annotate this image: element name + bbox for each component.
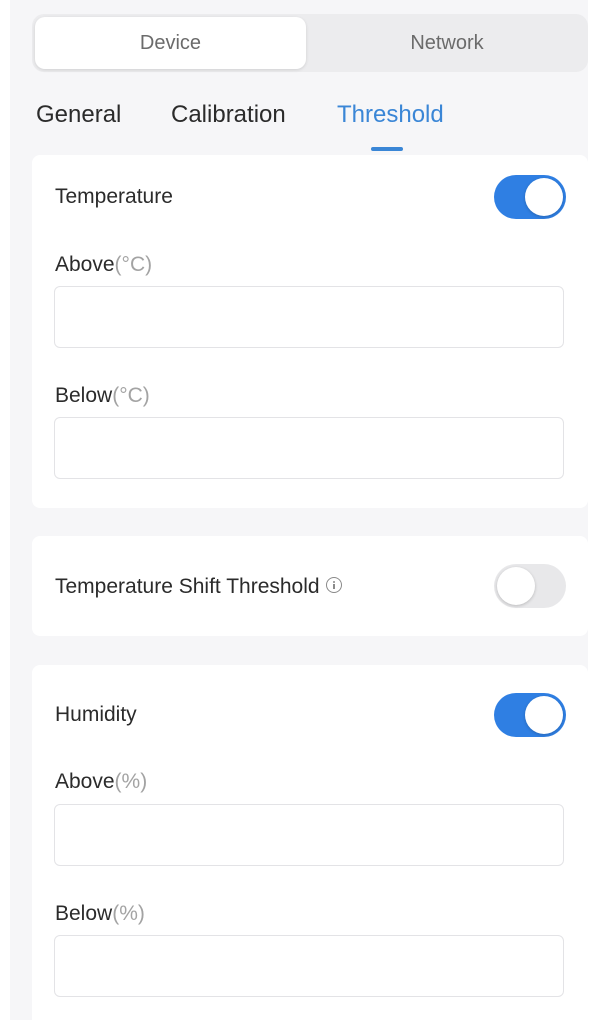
network-segment-label: Network [410, 31, 484, 54]
device-segment-label: Device [139, 31, 202, 54]
temperature-threshold-card: Temperature Above(°C) Below(°C) [32, 155, 588, 508]
humidity-below-field[interactable] [54, 935, 564, 997]
humidity-below-input[interactable] [55, 936, 563, 996]
temperature-toggle[interactable] [494, 175, 566, 219]
above-label-text: Above [55, 770, 115, 793]
humidity-above-label: Above(%) [55, 770, 147, 794]
temperature-shift-title: Temperature Shift Threshold [55, 575, 320, 598]
temperature-below-field[interactable] [54, 417, 564, 479]
toggle-knob [525, 178, 563, 216]
unit-text: (%) [114, 770, 148, 793]
temperature-shift-toggle[interactable] [494, 564, 566, 608]
unit-text: (°C) [112, 384, 150, 407]
temperature-shift-title-row: Temperature Shift Threshold [55, 575, 342, 599]
settings-tabs: General Calibration Threshold [10, 95, 588, 155]
below-label-text: Below [55, 902, 113, 925]
tab-calibration[interactable]: Calibration [171, 95, 286, 135]
below-label-text: Below [55, 384, 113, 407]
temperature-above-label: Above(°C) [55, 253, 152, 277]
info-icon[interactable] [325, 577, 342, 594]
temperature-title: Temperature [55, 185, 173, 208]
active-tab-indicator [371, 147, 403, 151]
temperature-below-input[interactable] [55, 418, 563, 478]
network-segment-button[interactable]: Network [308, 17, 586, 69]
humidity-above-field[interactable] [54, 804, 564, 866]
unit-text: (°C) [114, 253, 153, 276]
temperature-below-label: Below(°C) [55, 384, 150, 408]
humidity-above-input[interactable] [55, 805, 563, 865]
temperature-above-input[interactable] [55, 287, 563, 347]
humidity-toggle[interactable] [494, 693, 566, 737]
page-background: Device Network General Calibration Thres… [10, 0, 588, 1020]
toggle-knob [525, 696, 563, 734]
device-segment-button[interactable]: Device [35, 17, 306, 69]
temperature-shift-card: Temperature Shift Threshold [32, 536, 588, 636]
above-label-text: Above [55, 253, 115, 276]
tab-threshold[interactable]: Threshold [337, 95, 444, 135]
temperature-above-field[interactable] [54, 286, 564, 348]
humidity-title: Humidity [55, 703, 137, 726]
unit-text: (%) [112, 902, 145, 925]
device-network-switcher: Device Network [32, 14, 588, 72]
humidity-threshold-card: Humidity Above(%) Below(%) [32, 665, 588, 1020]
tab-general[interactable]: General [36, 95, 121, 135]
toggle-knob [497, 567, 535, 605]
humidity-below-label: Below(%) [55, 902, 145, 926]
